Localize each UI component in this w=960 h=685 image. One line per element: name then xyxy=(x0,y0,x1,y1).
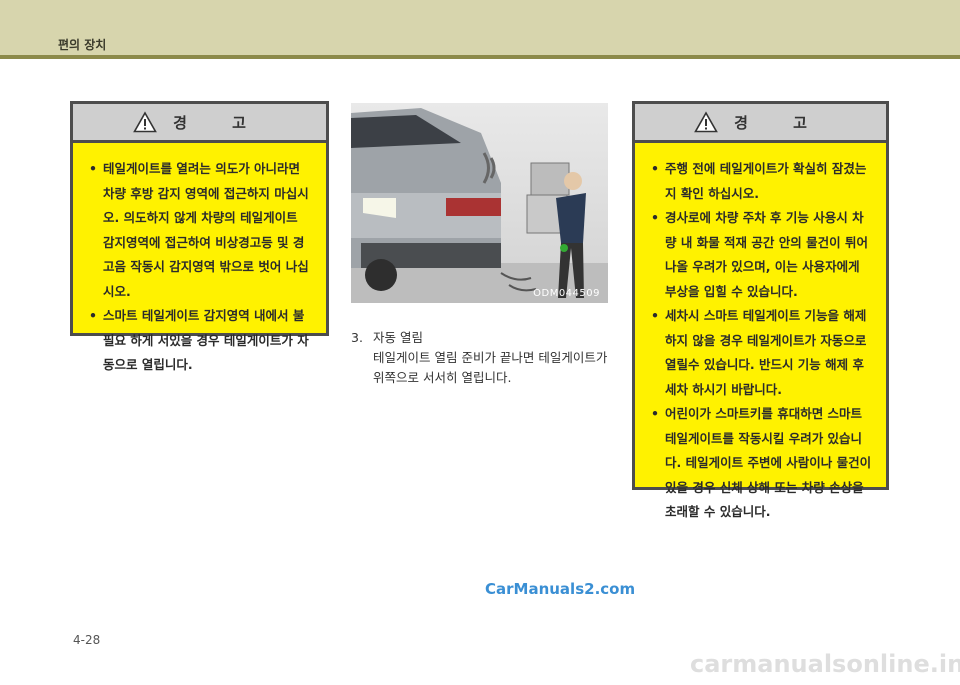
warning-item: 주행 전에 테일게이트가 확실히 잠겼는지 확인 하십시오. xyxy=(649,157,872,206)
step-title: 자동 열림 xyxy=(373,330,423,345)
photo-code: ODM044509 xyxy=(533,288,600,299)
watermark-link[interactable]: CarManuals2.com xyxy=(485,580,635,598)
warning-item: 스마트 테일게이트 감지영역 내에서 불필요 하게 서있을 경우 테일게이트가 … xyxy=(87,304,312,378)
warning-header: 경 고 xyxy=(73,104,326,143)
header-bar xyxy=(0,0,960,55)
warning-box-right: 경 고 주행 전에 테일게이트가 확실히 잠겼는지 확인 하십시오. 경사로에 … xyxy=(632,101,889,519)
step-body: 테일게이트 열림 준비가 끝나면 테일게이트가 위쪽으로 서서히 열립니다. xyxy=(373,350,608,385)
warning-list: 테일게이트를 열려는 의도가 아니라면 차량 후방 감지 영역에 접근하지 마십… xyxy=(73,143,326,378)
warning-item: 세차시 스마트 테일게이트 기능을 해제하지 않을 경우 테일게이트가 자동으로… xyxy=(649,304,872,402)
page-number: 4-28 xyxy=(73,633,101,647)
site-watermark: carmanualsonline.info xyxy=(690,650,960,678)
step-heading: 3. 자동 열림 xyxy=(351,328,621,348)
warning-triangle-icon xyxy=(694,111,718,133)
warning-item: 경사로에 차량 주차 후 기능 사용시 차량 내 화물 적재 공간 안의 물건이… xyxy=(649,206,872,304)
warning-list: 주행 전에 테일게이트가 확실히 잠겼는지 확인 하십시오. 경사로에 차량 주… xyxy=(635,143,886,525)
car-illustration xyxy=(351,108,608,303)
step-number: 3. xyxy=(351,330,363,345)
step-section: 3. 자동 열림 테일게이트 열림 준비가 끝나면 테일게이트가 위쪽으로 서서히… xyxy=(351,328,621,388)
tailgate-photo: ODM044509 xyxy=(351,103,608,303)
header-rule xyxy=(0,55,960,59)
warning-title: 경 고 xyxy=(173,113,266,132)
warning-triangle-icon xyxy=(133,111,157,133)
warning-header: 경 고 xyxy=(635,104,886,143)
warning-title: 경 고 xyxy=(734,113,827,132)
warning-box-left: 경 고 테일게이트를 열려는 의도가 아니라면 차량 후방 감지 영역에 접근하… xyxy=(70,101,329,372)
section-title: 편의 장치 xyxy=(58,38,107,52)
warning-item: 테일게이트를 열려는 의도가 아니라면 차량 후방 감지 영역에 접근하지 마십… xyxy=(87,157,312,304)
warning-item: 어린이가 스마트키를 휴대하면 스마트 테일게이트를 작동시킬 우려가 있습니다… xyxy=(649,402,872,525)
